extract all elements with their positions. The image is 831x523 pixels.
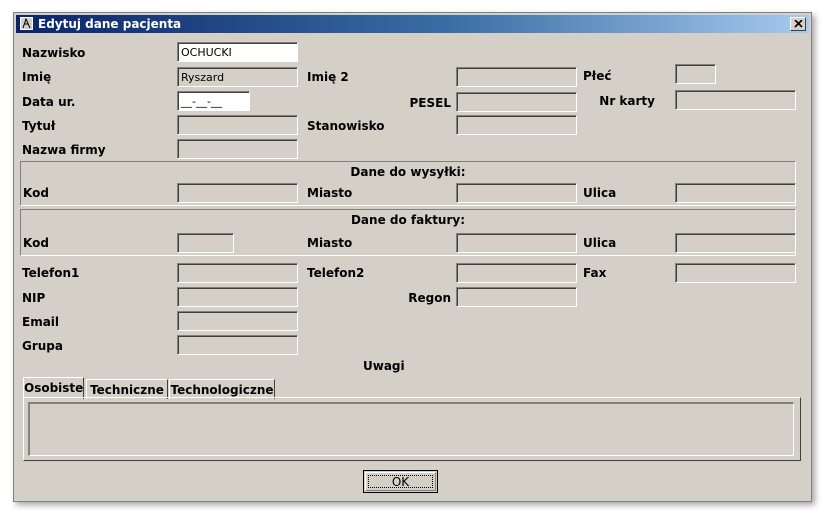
pesel-field[interactable]: [456, 92, 577, 112]
shipping-kod-field[interactable]: [177, 183, 298, 203]
invoice-kod-label: Kod: [23, 236, 49, 250]
grupa-field[interactable]: [177, 335, 298, 355]
telefon1-field[interactable]: [177, 263, 298, 283]
invoice-miasto-field[interactable]: [456, 233, 577, 253]
ok-button-label: OK: [391, 475, 410, 489]
nazwa-firmy-field[interactable]: [177, 139, 298, 159]
patient-edit-dialog: Edytuj dane pacjenta Nazwisko OCHUCKI Im…: [13, 12, 812, 502]
uwagi-memo[interactable]: [28, 402, 794, 456]
data-ur-label: Data ur.: [22, 95, 76, 109]
data-ur-field[interactable]: __-__-__: [177, 91, 250, 111]
app-icon: [20, 17, 33, 30]
telefon2-field[interactable]: [456, 263, 577, 283]
regon-label: Regon: [408, 291, 451, 305]
tytul-field[interactable]: [177, 115, 298, 135]
shipping-kod-label: Kod: [23, 186, 49, 200]
shipping-miasto-field[interactable]: [456, 183, 577, 203]
window-title: Edytuj dane pacjenta: [38, 17, 182, 31]
invoice-miasto-label: Miasto: [307, 236, 353, 250]
nr-karty-label: Nr karty: [599, 94, 655, 108]
stanowisko-label: Stanowisko: [307, 119, 385, 133]
nazwisko-field[interactable]: OCHUCKI: [177, 42, 298, 62]
close-button[interactable]: [790, 17, 806, 31]
shipping-group: Dane do wysyłki: Kod Miasto Ulica: [20, 161, 796, 206]
invoice-kod-field[interactable]: [177, 233, 234, 253]
imie-field[interactable]: Ryszard: [177, 67, 298, 87]
shipping-ulica-field[interactable]: [675, 183, 796, 203]
invoice-title: Dane do faktury:: [350, 213, 466, 227]
ok-button[interactable]: OK: [363, 470, 438, 493]
fax-label: Fax: [583, 266, 607, 280]
uwagi-label: Uwagi: [363, 359, 405, 373]
tab-panel: [23, 397, 801, 461]
nip-label: NIP: [22, 291, 46, 305]
nazwisko-label: Nazwisko: [22, 46, 86, 60]
tab-techniczne[interactable]: Techniczne: [86, 379, 168, 399]
imie2-field[interactable]: [456, 67, 577, 87]
fax-field[interactable]: [675, 263, 796, 283]
tytul-label: Tytuł: [22, 119, 56, 133]
invoice-ulica-label: Ulica: [583, 236, 617, 250]
tab-osobiste[interactable]: Osobiste: [23, 377, 84, 399]
stanowisko-field[interactable]: [456, 115, 577, 135]
imie2-label: Imię 2: [307, 70, 349, 84]
nip-field[interactable]: [177, 287, 298, 307]
telefon2-label: Telefon2: [307, 266, 365, 280]
email-field[interactable]: [177, 311, 298, 331]
imie-label: Imię: [22, 70, 52, 84]
shipping-ulica-label: Ulica: [583, 186, 617, 200]
email-label: Email: [22, 315, 60, 329]
plec-label: Płeć: [583, 69, 612, 83]
telefon1-label: Telefon1: [22, 266, 80, 280]
tab-strip: Osobiste Techniczne Technologiczne: [23, 377, 801, 399]
regon-field[interactable]: [456, 287, 577, 307]
grupa-label: Grupa: [22, 339, 63, 353]
plec-field[interactable]: [675, 64, 716, 84]
nr-karty-field[interactable]: [675, 90, 796, 110]
pesel-label: PESEL: [409, 96, 451, 110]
nazwa-firmy-label: Nazwa firmy: [22, 143, 106, 157]
shipping-title: Dane do wysyłki:: [350, 165, 466, 179]
tab-technologiczne[interactable]: Technologiczne: [169, 379, 275, 399]
invoice-ulica-field[interactable]: [675, 233, 796, 253]
title-bar[interactable]: Edytuj dane pacjenta: [16, 15, 809, 33]
shipping-miasto-label: Miasto: [307, 186, 353, 200]
invoice-group: Dane do faktury: Kod Miasto Ulica: [20, 209, 796, 256]
